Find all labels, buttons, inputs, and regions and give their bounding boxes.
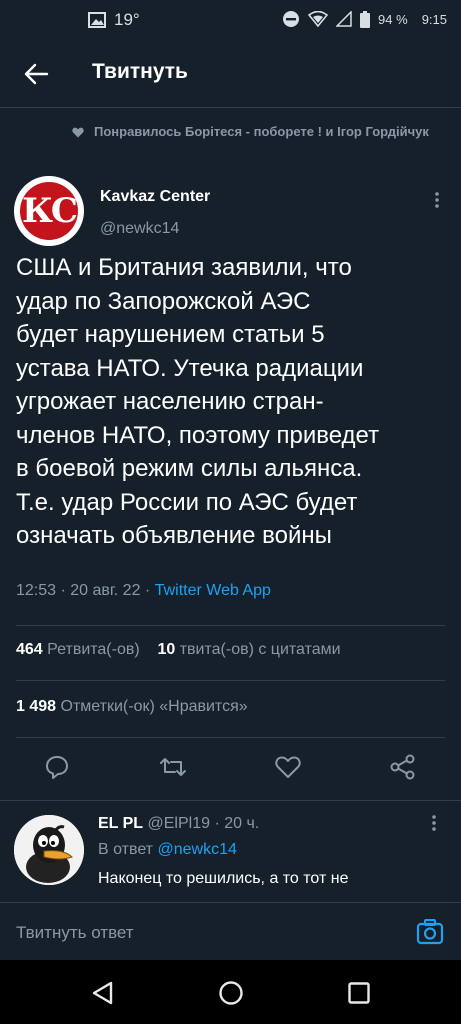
reply-input[interactable]: Твитнуть ответ <box>16 923 134 943</box>
liked-by-text: Понравилось Борітеся - поборете ! и Ігор… <box>94 124 429 139</box>
reply-text: Наконец то решились, а то тот не <box>98 870 349 887</box>
reply-meta: @ElPl19 · 20 ч. <box>147 815 260 832</box>
recents-square-icon <box>348 982 370 1004</box>
author-name[interactable]: Kavkaz Center <box>100 188 210 206</box>
author-handle[interactable]: @newkc14 <box>100 220 179 238</box>
back-button[interactable] <box>20 58 52 90</box>
app-bar: Твитнуть <box>0 40 461 108</box>
back-triangle-icon <box>92 981 113 1005</box>
social-context[interactable]: Понравилось Борітеся - поборете ! и Ігор… <box>72 122 432 143</box>
tweet-text-line: США и Британия заявили, что <box>16 254 352 281</box>
tweet-text-line: Т.е. удар России по АЭС будет <box>16 488 358 516</box>
status-bar: 19° 94 % 9:15 <box>0 0 461 40</box>
page-title: Твитнуть <box>92 60 188 83</box>
likes-label: Отметки(-ок) «Нравится» <box>60 698 248 715</box>
system-recents-button[interactable] <box>346 980 372 1006</box>
avatar[interactable] <box>14 815 84 885</box>
likes-count: 1 498 <box>16 698 57 715</box>
signal-icon <box>336 11 352 27</box>
reply-to-handle[interactable]: @newkc14 <box>157 841 236 858</box>
dnd-icon <box>282 10 300 28</box>
divider <box>16 737 445 738</box>
more-vertical-icon <box>435 192 439 208</box>
reply-to-label: В ответ <box>98 841 154 858</box>
tweet-timestamp: 12:53 · 20 авг. 22 · <box>16 582 155 599</box>
tweet-text-line: будет нарушением статьи 5 <box>16 321 325 348</box>
duck-avatar-icon <box>14 815 84 885</box>
heart-icon <box>72 125 84 143</box>
retweet-button[interactable] <box>159 754 187 782</box>
reply-compose-bar[interactable]: Твитнуть ответ <box>0 902 461 960</box>
quotes-label: твита(-ов) с цитатами <box>179 641 341 658</box>
system-home-button[interactable] <box>218 980 244 1006</box>
more-vertical-icon <box>432 815 436 831</box>
battery-icon <box>360 10 371 28</box>
like-button[interactable] <box>274 754 302 782</box>
reply-icon <box>46 756 68 779</box>
system-nav-bar <box>0 960 461 1024</box>
camera-icon <box>416 919 444 945</box>
wifi-icon <box>308 11 329 27</box>
home-circle-icon <box>219 981 243 1005</box>
retweet-stats[interactable]: 464 Ретвита(-ов) 10 твита(-ов) с цитатам… <box>16 641 341 659</box>
quotes-count: 10 <box>157 641 176 658</box>
avatar-logo: КС <box>20 182 78 240</box>
system-back-button[interactable] <box>90 980 116 1006</box>
like-icon <box>275 756 301 778</box>
reply-author-name[interactable]: EL PL <box>98 815 143 832</box>
tweet-text-line: членов НАТО, поэтому приведет <box>16 421 380 449</box>
tweet-source-link[interactable]: Twitter Web App <box>155 582 271 599</box>
reply-more-options-button[interactable] <box>429 813 439 833</box>
reply-tweet[interactable]: EL PL @ElPl19 · 20 ч. В ответ @newkc14 Н… <box>0 800 461 900</box>
reply-header: EL PL @ElPl19 · 20 ч. <box>98 815 259 833</box>
tweet-text-line: означать объявление войны <box>16 522 332 549</box>
share-button[interactable] <box>389 754 417 782</box>
divider <box>16 680 445 681</box>
tweet-text: США и Британия заявили, что удар по Запо… <box>16 251 446 553</box>
retweets-label: Ретвита(-ов) <box>47 641 140 658</box>
image-icon <box>88 12 106 28</box>
arrow-left-icon <box>24 63 49 85</box>
weather-temperature: 19° <box>114 10 140 29</box>
share-icon <box>390 754 415 780</box>
tweet-text-line: в боевой режим силы альянса. <box>16 455 363 482</box>
reply-to: В ответ @newkc14 <box>98 841 237 859</box>
tweet-meta: 12:53 · 20 авг. 22 · Twitter Web App <box>16 582 271 600</box>
tweet-text-line: устава НАТО. Утечка радиации <box>16 354 364 382</box>
more-options-button[interactable] <box>432 190 442 210</box>
tweet-actions <box>0 750 461 786</box>
avatar[interactable]: КС <box>14 176 84 246</box>
retweet-icon <box>160 758 186 776</box>
tweet-text-line: угрожает населению стран- <box>16 388 324 415</box>
retweets-count: 464 <box>16 641 43 658</box>
battery-percent: 94 % <box>378 11 408 27</box>
tweet-text-line: удар по Запорожской АЭС <box>16 287 311 315</box>
reply-button[interactable] <box>44 754 72 782</box>
likes-stats[interactable]: 1 498 Отметки(-ок) «Нравится» <box>16 698 248 716</box>
divider <box>16 625 445 626</box>
clock: 9:15 <box>421 11 447 27</box>
tweet-header: КС Kavkaz Center @newkc14 <box>14 176 454 246</box>
camera-button[interactable] <box>415 917 445 947</box>
